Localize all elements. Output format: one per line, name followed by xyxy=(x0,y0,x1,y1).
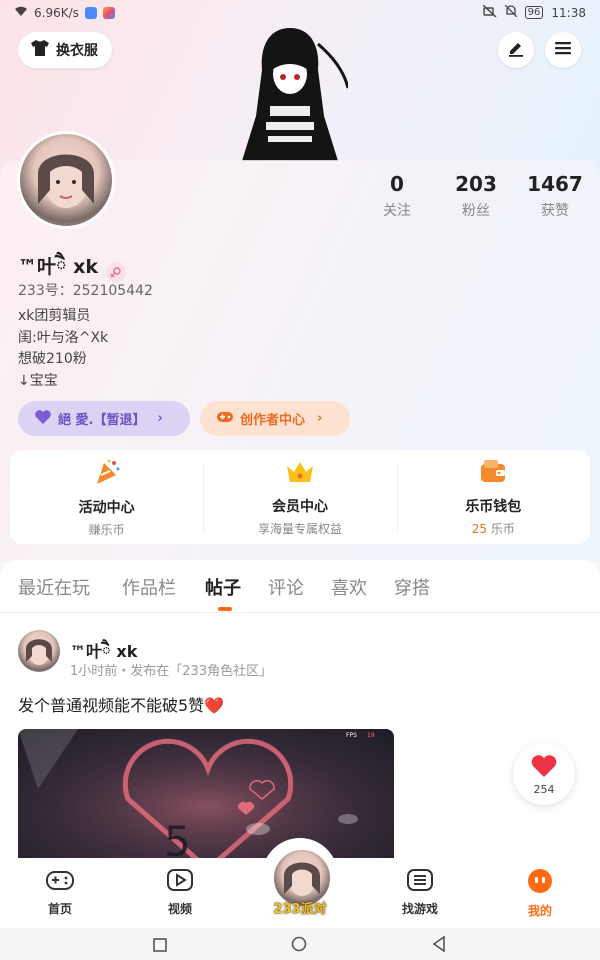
back-icon[interactable] xyxy=(432,935,446,956)
pencil-icon xyxy=(507,39,525,61)
relationship-tag-label: 絕 愛.【暂退】 xyxy=(58,413,146,428)
bio-line: ↓宝宝 xyxy=(18,372,58,389)
heart-icon xyxy=(34,409,52,429)
uid-value: 252105442 xyxy=(72,283,153,299)
costume-button[interactable]: 换衣服 xyxy=(18,32,112,68)
uid-label: 233号： xyxy=(18,283,73,299)
app-notification-icon-2 xyxy=(102,6,115,19)
coin-unit: 乐币 xyxy=(490,521,515,536)
gamepad-icon xyxy=(216,410,234,428)
profile-tabs: 最近在玩 作品栏 帖子 评论 喜欢 穿搭 xyxy=(0,560,600,613)
home-icon[interactable] xyxy=(291,936,307,956)
stat-followers[interactable]: 203 粉丝 xyxy=(441,172,511,220)
battery-level: 96 xyxy=(524,6,544,19)
hamburger-icon xyxy=(554,40,572,60)
gamepad-icon xyxy=(45,868,75,896)
fps-value: 19 xyxy=(367,732,375,739)
stat-label: 关注 xyxy=(383,203,411,219)
character-avatar-figure[interactable] xyxy=(232,26,350,161)
menu-button[interactable] xyxy=(545,32,581,68)
app-notification-icon xyxy=(84,6,97,19)
service-title: 乐币钱包 xyxy=(465,498,522,515)
wifi-icon xyxy=(14,5,28,20)
active-tab-indicator xyxy=(218,607,232,611)
bio-line: xk团剪辑员 xyxy=(18,308,91,324)
stat-value: 203 xyxy=(455,172,497,196)
bell-off-icon xyxy=(504,4,518,20)
stat-likes[interactable]: 1467 获赞 xyxy=(520,172,590,220)
costume-label: 换衣服 xyxy=(56,43,98,59)
post-meta: 1小时前・发布在「233角色社区」 xyxy=(70,664,273,679)
stat-value: 0 xyxy=(390,172,404,196)
list-icon xyxy=(405,868,435,896)
crown-icon xyxy=(284,458,316,490)
stat-label: 粉丝 xyxy=(462,203,490,219)
edit-button[interactable] xyxy=(498,32,534,68)
tab-works[interactable]: 作品栏 xyxy=(122,574,176,600)
tab-likes[interactable]: 喜欢 xyxy=(331,574,367,600)
chevron-right-icon: › xyxy=(317,411,323,426)
like-count: 254 xyxy=(533,783,555,796)
post-author-avatar[interactable] xyxy=(18,630,60,672)
tab-posts[interactable]: 帖子 xyxy=(205,574,241,600)
service-title: 活动中心 xyxy=(78,499,135,516)
bio-line: 闺:叶与洛^Xk xyxy=(18,329,109,346)
service-subtitle: 赚乐币 xyxy=(88,522,125,537)
tab-outfits[interactable]: 穿搭 xyxy=(394,574,430,600)
nav-video[interactable]: 视频 xyxy=(140,868,220,917)
nav-label: 我的 xyxy=(527,904,552,918)
services-panel: 活动中心 赚乐币 会员中心 享海量专属权益 乐币钱包 25 乐币 xyxy=(10,450,590,544)
stat-label: 获赞 xyxy=(541,203,569,219)
member-center[interactable]: 会员中心 享海量专属权益 xyxy=(203,450,396,544)
creator-center-label: 创作者中心 xyxy=(240,413,306,428)
nav-mine[interactable]: 我的 xyxy=(500,868,580,919)
wallet-icon xyxy=(478,458,508,490)
stat-value: 1467 xyxy=(527,172,583,196)
stat-following[interactable]: 0 关注 xyxy=(362,172,432,220)
post-video-thumbnail[interactable]: FPS 19 5 xyxy=(18,729,394,869)
creator-center-button[interactable]: 创作者中心 › xyxy=(200,401,350,436)
chevron-right-icon: › xyxy=(157,411,163,426)
play-icon xyxy=(165,868,195,896)
post-text[interactable]: 发个普通视频能不能破5赞❤️ xyxy=(18,692,224,716)
bio: xk团剪辑员 闺:叶与洛^Xk 想破210粉 ↓宝宝 xyxy=(18,306,108,392)
user-id: 233号：252105442 xyxy=(18,280,153,300)
service-title: 会员中心 xyxy=(271,498,328,515)
tshirt-icon xyxy=(30,39,50,61)
nav-find-games[interactable]: 找游戏 xyxy=(380,868,460,917)
nav-label: 找游戏 xyxy=(401,902,438,916)
recent-apps-icon[interactable] xyxy=(153,937,167,956)
tab-recently-played[interactable]: 最近在玩 xyxy=(18,574,90,600)
coin-balance: 25 xyxy=(471,521,488,536)
mute-icon xyxy=(482,4,497,20)
battery-icon: 96 xyxy=(524,6,544,19)
fps-label: FPS xyxy=(346,732,357,739)
nav-label: 视频 xyxy=(167,902,192,916)
tab-comments[interactable]: 评论 xyxy=(268,574,304,600)
bio-line: 想破210粉 xyxy=(18,351,87,367)
relationship-tag[interactable]: 絕 愛.【暂退】 › xyxy=(18,401,190,436)
nav-center-label: 233派对 xyxy=(273,902,327,917)
service-subtitle: 享海量专属权益 xyxy=(257,521,342,536)
nav-label: 首页 xyxy=(47,902,72,916)
gender-badge-icon xyxy=(105,262,126,282)
coin-wallet[interactable]: 乐币钱包 25 乐币 xyxy=(396,450,590,544)
activity-center[interactable]: 活动中心 赚乐币 xyxy=(10,450,203,544)
smiley-icon xyxy=(526,868,554,898)
heart-icon xyxy=(530,754,558,781)
network-speed: 6.96K/s xyxy=(34,5,79,20)
like-button[interactable]: 254 xyxy=(513,743,575,805)
system-navigation-bar xyxy=(0,928,600,960)
status-bar: 6.96K/s 96 11:38 xyxy=(0,0,600,26)
nav-home[interactable]: 首页 xyxy=(20,868,100,917)
profile-avatar[interactable] xyxy=(17,131,115,229)
service-subtitle: 25 乐币 xyxy=(472,520,515,537)
clock: 11:38 xyxy=(551,5,586,20)
party-popper-icon xyxy=(92,457,122,491)
